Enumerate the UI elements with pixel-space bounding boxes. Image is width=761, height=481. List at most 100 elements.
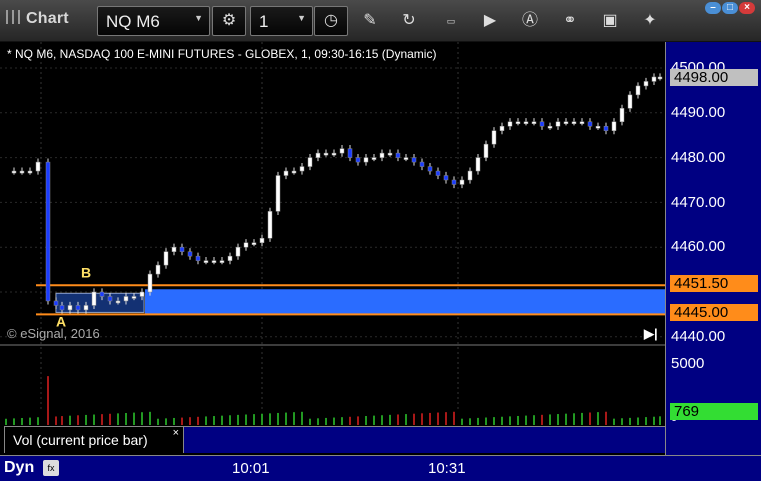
window-title-text: Chart <box>26 10 69 27</box>
candle-body <box>483 143 489 158</box>
formula-icon[interactable]: fx <box>43 460 59 476</box>
candle-body <box>539 121 545 127</box>
candle-body <box>19 170 25 174</box>
candle-body <box>83 305 89 311</box>
grip-icon[interactable] <box>6 10 20 24</box>
chevron-down-icon[interactable]: ▼ <box>297 13 306 23</box>
refresh-icon[interactable]: ↻ <box>399 11 419 31</box>
interval-input[interactable]: 1 ▼ <box>250 6 313 36</box>
candle-body <box>507 121 513 127</box>
candle-body <box>123 296 129 302</box>
candle-body <box>179 246 185 252</box>
interval-settings-button[interactable]: ⚙ <box>212 6 246 36</box>
support-zone <box>145 289 665 315</box>
window-title: Chart <box>6 10 69 28</box>
candle-body <box>635 85 641 96</box>
candle-body <box>35 161 41 172</box>
monitor-icon[interactable]: ▣ <box>600 11 620 31</box>
candle-body <box>163 251 169 266</box>
candle-body <box>579 121 585 125</box>
candle-body <box>435 170 441 176</box>
candle-body <box>475 157 481 172</box>
candle-body <box>243 242 249 248</box>
close-study-icon[interactable]: × <box>173 427 179 439</box>
time-tick: 10:01 <box>232 460 270 477</box>
candle-body <box>53 300 59 306</box>
candle-body <box>347 148 353 158</box>
candle-body <box>283 170 289 176</box>
price-tick: 4460.00 <box>671 238 726 255</box>
alert-icon[interactable]: Ⓐ <box>520 11 540 31</box>
chart-title: * NQ M6, NASDAQ 100 E-MINI FUTURES - GLO… <box>7 47 437 61</box>
chart-toolbar: Chart NQ M6 ▼ ⚙ 1 ▼ ◷ ✎ ↻ ▭ ▶ Ⓐ ⚭ ▣ ✦ – … <box>0 0 761 42</box>
candle-body <box>499 125 505 131</box>
candle-body <box>491 130 497 145</box>
candle-body <box>171 246 177 252</box>
get-data-icon[interactable]: ▭ <box>441 11 461 31</box>
candle-body <box>627 94 633 109</box>
price-tick: 4440.00 <box>671 328 726 345</box>
chart-area[interactable]: AB * NQ M6, NASDAQ 100 E-MINI FUTURES - … <box>0 42 761 481</box>
chevron-down-icon[interactable]: ▼ <box>194 13 203 23</box>
candle-body <box>419 161 425 167</box>
candle-body <box>371 157 377 160</box>
volume-study-tab[interactable]: Vol (current price bar) × <box>4 426 184 453</box>
candle-body <box>131 296 137 299</box>
play-icon[interactable]: ▶ <box>480 11 500 31</box>
candle-body <box>323 152 329 156</box>
candle-body <box>523 121 529 125</box>
candle-body <box>547 125 553 129</box>
current-price-tag: 4498.00 <box>670 69 758 86</box>
candle-body <box>387 152 393 156</box>
candle-body <box>219 260 225 263</box>
candle-body <box>651 76 657 82</box>
candle-body <box>603 125 609 131</box>
time-template-button[interactable]: ◷ <box>314 6 348 36</box>
price-tick: 4490.00 <box>671 104 726 121</box>
candle-body <box>467 170 473 181</box>
candle-body <box>251 242 257 245</box>
candle-body <box>307 157 313 167</box>
symbol-input[interactable]: NQ M6 ▼ <box>97 6 210 36</box>
close-icon[interactable]: × <box>739 2 755 14</box>
candle-body <box>259 237 265 243</box>
zone-low-tag: 4445.00 <box>670 304 758 321</box>
symbol-value: NQ M6 <box>106 12 160 31</box>
candle-body <box>611 121 617 131</box>
candle-body <box>11 170 17 174</box>
maximize-icon[interactable]: □ <box>722 2 738 14</box>
candle-body <box>139 291 145 297</box>
candle-body <box>555 121 561 127</box>
candle-body <box>45 161 51 302</box>
candle-body <box>299 166 305 172</box>
candle-body <box>203 260 209 263</box>
candle-body <box>443 175 449 181</box>
candle-body <box>227 255 233 261</box>
candle-body <box>315 152 321 158</box>
link-icon[interactable]: ⚭ <box>560 11 580 31</box>
scroll-to-end-icon[interactable]: ▶| <box>644 326 658 342</box>
candle-body <box>91 291 97 306</box>
twitter-icon[interactable]: ✦ <box>640 11 660 31</box>
candle-body <box>619 108 625 123</box>
label-b: B <box>81 264 91 280</box>
volume-tick: 5000 <box>671 355 705 372</box>
candle-body <box>99 291 105 297</box>
candle-body <box>657 76 663 80</box>
chart-canvas: AB <box>0 42 665 425</box>
current-volume-tag: 769 <box>670 403 758 420</box>
candle-body <box>379 152 385 158</box>
candle-body <box>587 121 593 127</box>
candle-body <box>563 121 569 125</box>
minimize-icon[interactable]: – <box>705 2 721 14</box>
time-mode-label[interactable]: Dyn <box>4 459 34 477</box>
candle-body <box>395 152 401 158</box>
time-axis[interactable]: Dyn fx 10:01 10:31 <box>0 455 761 481</box>
time-tick: 10:31 <box>428 460 466 477</box>
gear-icon: ⚙ <box>221 12 237 29</box>
candle-body <box>75 305 81 311</box>
candle-body <box>187 251 193 257</box>
candle-body <box>267 211 273 239</box>
candle-body <box>155 264 161 275</box>
draw-pencil-icon[interactable]: ✎ <box>360 11 380 31</box>
